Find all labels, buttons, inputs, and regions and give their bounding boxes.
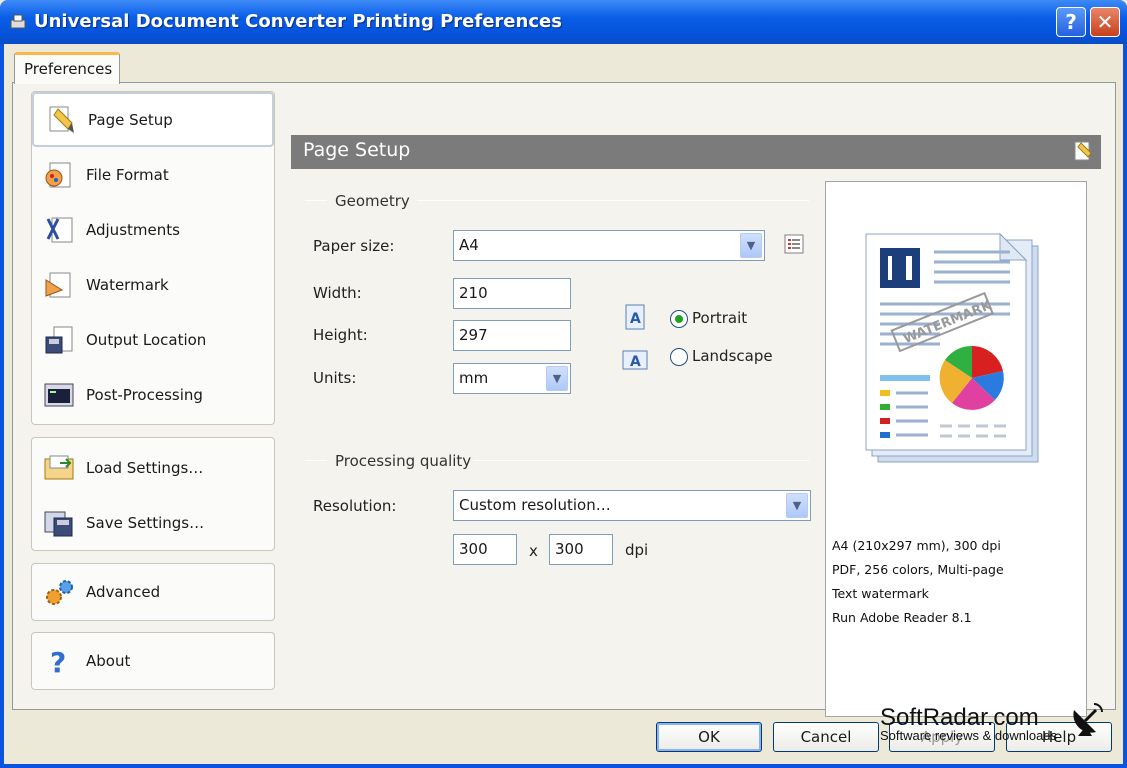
preview-info-line: Run Adobe Reader 8.1 bbox=[832, 610, 972, 625]
paper-size-label: Paper size: bbox=[313, 237, 395, 255]
sidebar-item-label: Output Location bbox=[86, 330, 207, 349]
file-format-icon bbox=[45, 162, 71, 187]
width-field[interactable]: 210 bbox=[453, 278, 571, 309]
units-select[interactable]: mm ▼ bbox=[453, 363, 571, 394]
geometry-rule-right bbox=[417, 200, 809, 201]
sidebar-item-label: Adjustments bbox=[86, 220, 180, 239]
content-header: Page Setup bbox=[291, 135, 1101, 169]
height-field[interactable]: 297 bbox=[453, 320, 571, 351]
height-label: Height: bbox=[313, 326, 368, 344]
svg-text:A: A bbox=[630, 354, 641, 370]
quality-rule-left bbox=[305, 460, 327, 461]
softradar-tagline: Software reviews & downloads bbox=[880, 728, 1058, 743]
sidebar-item-adjustments[interactable]: Adjustments bbox=[32, 202, 274, 257]
preview-info-line: A4 (210x297 mm), 300 dpi bbox=[832, 538, 1001, 553]
resolution-label: Resolution: bbox=[313, 497, 397, 515]
preview-panel: WATERMARK A4 (210x297 mm), 300 dpi PDF, … bbox=[825, 181, 1087, 717]
sidebar-item-file-format[interactable]: File Format bbox=[32, 147, 274, 202]
nav-group-main: Page Setup File Format Adjustments Water… bbox=[31, 91, 275, 425]
paper-size-select[interactable]: A4 ▼ bbox=[453, 230, 765, 261]
sidebar-item-label: Watermark bbox=[86, 275, 169, 294]
nav-group-about: ? About bbox=[31, 632, 275, 690]
portrait-label[interactable]: Portrait bbox=[692, 309, 747, 327]
preview-info-line: Text watermark bbox=[832, 586, 929, 601]
landscape-icon: A bbox=[622, 350, 648, 370]
geometry-section-label: Geometry bbox=[335, 192, 410, 210]
resolution-y-field[interactable]: 300 bbox=[549, 534, 613, 565]
chevron-down-icon[interactable]: ▼ bbox=[546, 366, 568, 391]
landscape-radio[interactable] bbox=[670, 348, 688, 366]
post-processing-icon bbox=[44, 383, 74, 406]
softradar-logo: SoftRadar.com Software reviews & downloa… bbox=[880, 704, 1057, 743]
resolution-value: Custom resolution… bbox=[459, 496, 611, 514]
sidebar-item-label: Post-Processing bbox=[86, 385, 203, 404]
portrait-radio[interactable] bbox=[670, 310, 688, 328]
sidebar-item-label: Advanced bbox=[86, 582, 161, 601]
svg-text:?: ? bbox=[50, 646, 66, 678]
units-value: mm bbox=[459, 369, 489, 387]
satellite-dish-icon bbox=[1073, 703, 1103, 736]
chevron-down-icon[interactable]: ▼ bbox=[740, 233, 762, 258]
sidebar-item-label: File Format bbox=[86, 165, 169, 184]
pencil-icon bbox=[1074, 141, 1092, 161]
times-label: x bbox=[529, 542, 538, 560]
watermark-icon bbox=[45, 272, 71, 297]
sidebar-item-label: Page Setup bbox=[88, 110, 173, 129]
output-location-icon bbox=[45, 326, 73, 353]
portrait-icon: A bbox=[625, 304, 645, 330]
help-title-button[interactable]: ? bbox=[1056, 7, 1086, 37]
geometry-rule-left bbox=[305, 200, 327, 201]
adjustments-icon bbox=[46, 217, 73, 242]
window-title: Universal Document Converter Printing Pr… bbox=[34, 11, 562, 32]
sidebar-item-page-setup[interactable]: Page Setup bbox=[32, 92, 274, 147]
nav-group-settings: Load Settings… Save Settings… bbox=[31, 437, 275, 551]
client-area: Preferences Page Setup File Format Adjus… bbox=[4, 44, 1123, 764]
save-settings-icon bbox=[44, 511, 73, 536]
printer-icon bbox=[10, 14, 26, 29]
sidebar-item-advanced[interactable]: Advanced bbox=[32, 564, 274, 619]
paper-size-value: A4 bbox=[459, 236, 479, 254]
page-list-icon[interactable] bbox=[783, 233, 805, 255]
content-title: Page Setup bbox=[303, 139, 411, 161]
tab-preferences[interactable]: Preferences bbox=[14, 52, 120, 84]
resolution-x-field[interactable]: 300 bbox=[453, 534, 517, 565]
ok-button[interactable]: OK bbox=[656, 722, 762, 752]
load-settings-icon bbox=[44, 455, 74, 479]
document-preview-image: WATERMARK bbox=[865, 232, 1039, 463]
gears-icon bbox=[46, 579, 73, 605]
page-setup-icon bbox=[49, 106, 74, 133]
units-label: Units: bbox=[313, 369, 357, 387]
chevron-down-icon[interactable]: ▼ bbox=[786, 493, 808, 518]
dpi-label: dpi bbox=[625, 541, 649, 559]
landscape-label[interactable]: Landscape bbox=[692, 347, 773, 365]
sidebar-item-label: Save Settings… bbox=[86, 513, 205, 532]
cancel-button[interactable]: Cancel bbox=[773, 722, 879, 752]
sidebar-item-label: About bbox=[86, 651, 131, 670]
sidebar-item-about[interactable]: ? About bbox=[32, 633, 274, 688]
sidebar-item-post-processing[interactable]: Post-Processing bbox=[32, 367, 274, 422]
sidebar-item-output-location[interactable]: Output Location bbox=[32, 312, 274, 367]
tab-panel: Page Setup File Format Adjustments Water… bbox=[12, 82, 1116, 717]
title-bar: Universal Document Converter Printing Pr… bbox=[0, 0, 1127, 44]
svg-text:A: A bbox=[630, 311, 641, 327]
nav-group-advanced: Advanced bbox=[31, 563, 275, 621]
quality-section-label: Processing quality bbox=[335, 452, 472, 470]
sidebar-item-watermark[interactable]: Watermark bbox=[32, 257, 274, 312]
window: Universal Document Converter Printing Pr… bbox=[0, 0, 1127, 768]
width-label: Width: bbox=[313, 284, 362, 302]
resolution-select[interactable]: Custom resolution… ▼ bbox=[453, 490, 811, 521]
question-icon: ? bbox=[50, 646, 66, 678]
preview-info-line: PDF, 256 colors, Multi-page bbox=[832, 562, 1004, 577]
quality-rule-right bbox=[473, 460, 809, 461]
sidebar-item-load-settings[interactable]: Load Settings… bbox=[32, 440, 274, 495]
sidebar-item-save-settings[interactable]: Save Settings… bbox=[32, 495, 274, 550]
sidebar-item-label: Load Settings… bbox=[86, 458, 204, 477]
close-button[interactable]: ✕ bbox=[1090, 7, 1120, 37]
